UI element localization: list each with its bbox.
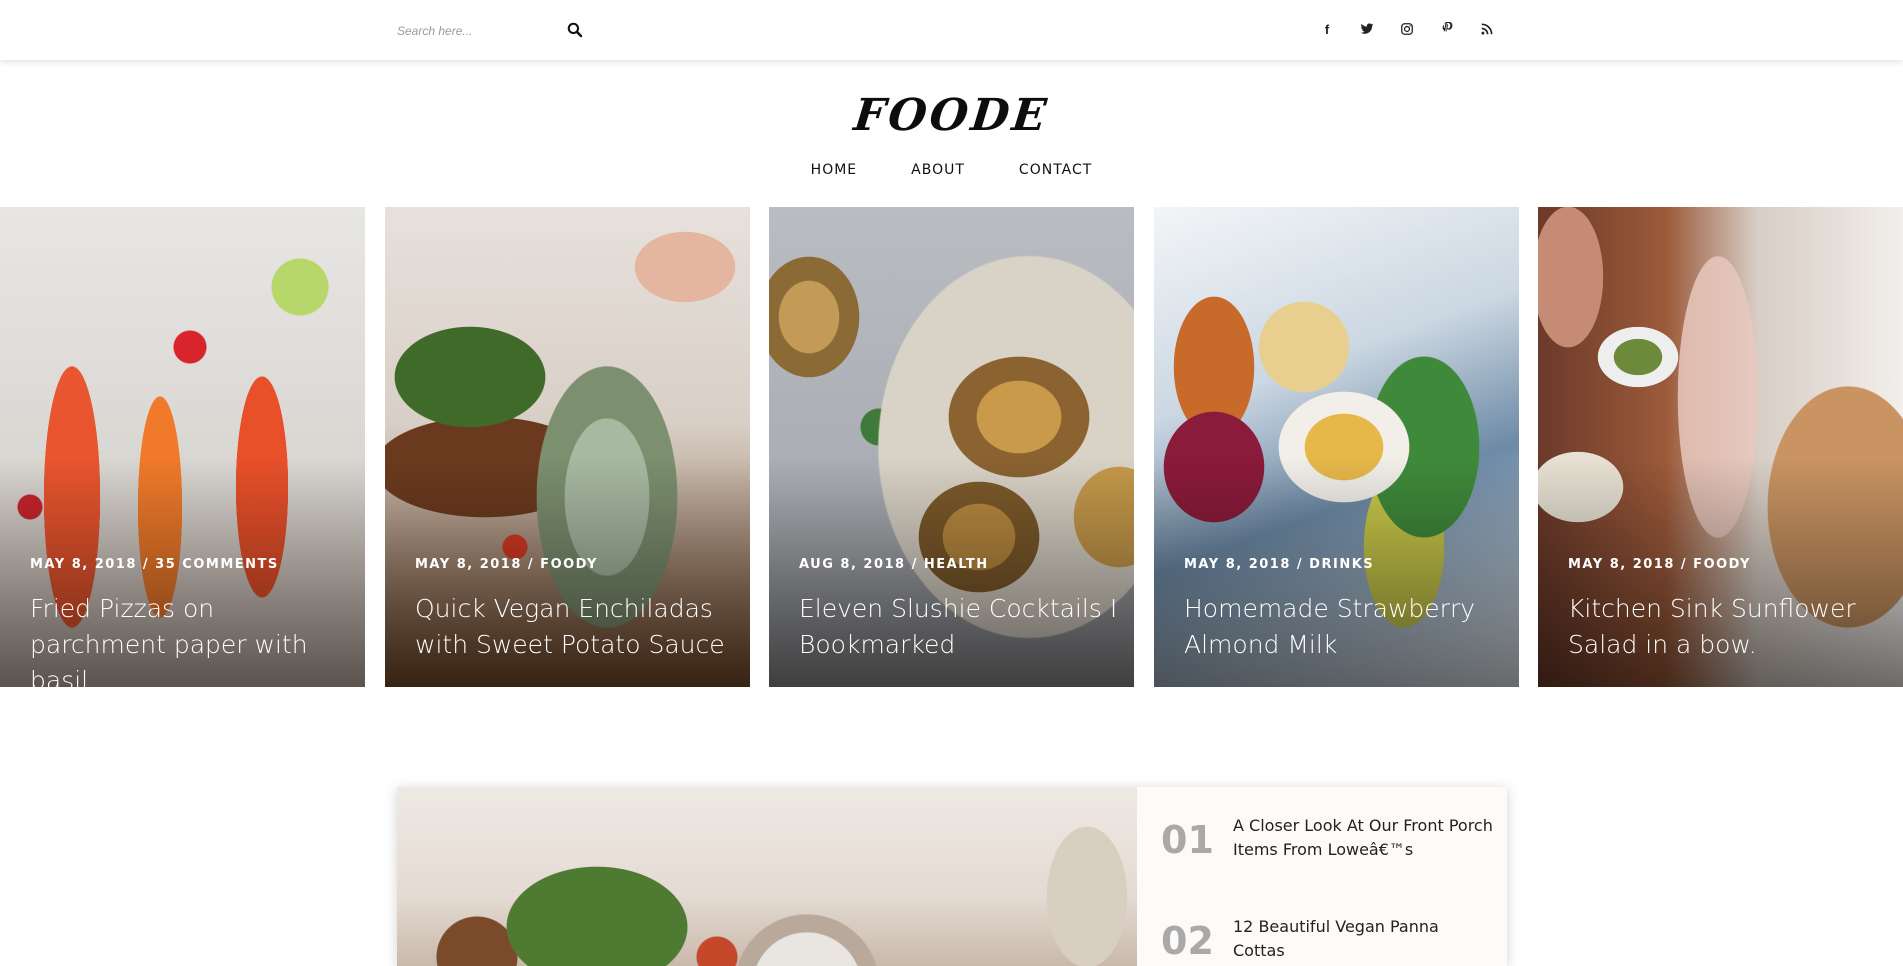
post-meta: MAY 8, 2018 / FOODY: [415, 557, 598, 572]
post-card[interactable]: MAY 8, 2018 / FOODY Kitchen Sink Sunflow…: [1538, 207, 1903, 687]
facebook-icon[interactable]: f: [1318, 18, 1336, 40]
featured-image[interactable]: [397, 787, 1137, 966]
main-nav: HOME ABOUT CONTACT: [0, 162, 1903, 178]
nav-contact[interactable]: CONTACT: [1019, 162, 1092, 178]
post-title[interactable]: Eleven Slushie Cocktails I Bookmarked: [799, 591, 1119, 663]
featured-section: 01 A Closer Look At Our Front Porch Item…: [397, 787, 1507, 966]
list-title[interactable]: A Closer Look At Our Front Porch Items F…: [1233, 814, 1493, 862]
list-item[interactable]: 02 12 Beautiful Vegan Panna Cottas: [1137, 888, 1507, 966]
rss-icon[interactable]: [1478, 18, 1496, 40]
post-card[interactable]: MAY 8, 2018 / 35 COMMENTS Fried Pizzas o…: [0, 207, 365, 687]
post-card[interactable]: MAY 8, 2018 / FOODY Quick Vegan Enchilad…: [385, 207, 750, 687]
nav-home[interactable]: HOME: [811, 162, 857, 178]
search-input[interactable]: [397, 24, 547, 38]
instagram-icon[interactable]: [1398, 18, 1416, 40]
post-title[interactable]: Quick Vegan Enchiladas with Sweet Potato…: [415, 591, 735, 663]
list-number: 01: [1161, 818, 1214, 862]
post-card[interactable]: MAY 8, 2018 / DRINKS Homemade Strawberry…: [1154, 207, 1519, 687]
popular-posts-list: 01 A Closer Look At Our Front Porch Item…: [1137, 787, 1507, 966]
post-title[interactable]: Kitchen Sink Sunflower Salad in a bow.: [1568, 591, 1888, 663]
post-meta: MAY 8, 2018 / DRINKS: [1184, 557, 1375, 572]
site-logo[interactable]: FOODE: [0, 90, 1903, 141]
twitter-icon[interactable]: [1358, 18, 1376, 40]
social-links: f: [1318, 18, 1496, 40]
list-item[interactable]: 01 A Closer Look At Our Front Porch Item…: [1137, 787, 1507, 877]
pinterest-icon[interactable]: [1438, 18, 1456, 40]
post-card[interactable]: AUG 8, 2018 / HEALTH Eleven Slushie Cock…: [769, 207, 1134, 687]
search-form: [397, 18, 587, 44]
post-meta: AUG 8, 2018 / HEALTH: [799, 557, 989, 572]
post-meta: MAY 8, 2018 / FOODY: [1568, 557, 1751, 572]
featured-slider: MAY 8, 2018 / 35 COMMENTS Fried Pizzas o…: [0, 207, 1903, 687]
post-meta: MAY 8, 2018 / 35 COMMENTS: [30, 557, 279, 572]
top-bar: f: [0, 0, 1903, 60]
list-number: 02: [1161, 919, 1214, 963]
post-title[interactable]: Homemade Strawberry Almond Milk: [1184, 591, 1504, 663]
list-title[interactable]: 12 Beautiful Vegan Panna Cottas: [1233, 915, 1493, 963]
nav-about[interactable]: ABOUT: [911, 162, 965, 178]
search-icon[interactable]: [567, 22, 585, 40]
post-title[interactable]: Fried Pizzas on parchment paper with bas…: [30, 591, 350, 687]
